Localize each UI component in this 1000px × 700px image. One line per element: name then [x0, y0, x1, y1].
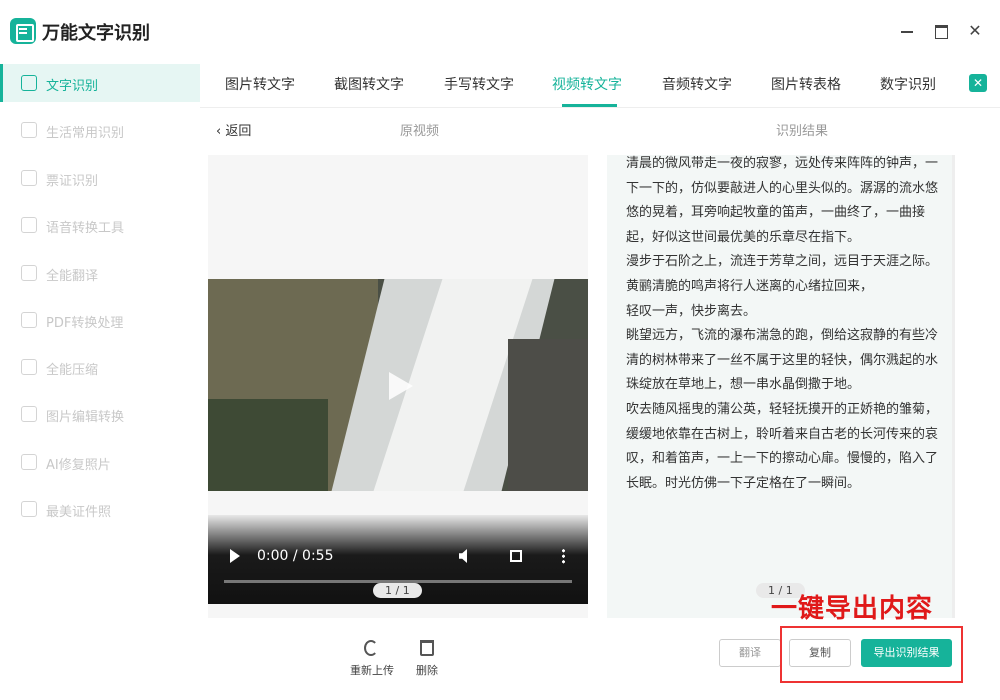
original-video-title: 原视频	[400, 124, 440, 139]
tab-audio-to-text[interactable]: 音频转文字	[662, 74, 732, 94]
active-tab-indicator	[562, 104, 617, 107]
close-icon[interactable]: ✕	[964, 20, 986, 42]
ai-repair-icon	[21, 454, 37, 470]
id-photo-icon	[21, 501, 37, 517]
result-paragraph: 漫步于石阶之上，流连于芳草之间，远目于天涯之际。	[626, 254, 939, 270]
reupload-button[interactable]: 重新上传	[350, 662, 394, 678]
app-logo-icon	[10, 18, 36, 44]
sidebar-item-ai-repair[interactable]: AI修复照片	[0, 443, 200, 481]
sidebar-item-label: AI修复照片	[46, 458, 111, 473]
tab-number-recognition[interactable]: 数字识别	[880, 74, 936, 94]
sidebar-item-label: 图片编辑转换	[46, 410, 125, 425]
tabs-more-icon[interactable]: ✕	[969, 74, 987, 92]
maximize-icon[interactable]	[930, 20, 952, 42]
ticket-scan-icon	[21, 170, 37, 186]
voice-convert-icon	[21, 217, 37, 233]
life-scan-icon	[21, 122, 37, 138]
sidebar-item-label: 生活常用识别	[46, 126, 125, 141]
sidebar-item-label: PDF转换处理	[46, 316, 124, 331]
delete-button[interactable]: 删除	[416, 662, 438, 678]
text-scan-icon	[21, 75, 37, 91]
back-button[interactable]: ‹ 返回	[216, 120, 251, 139]
annotation-callout: 一键导出内容	[771, 594, 934, 624]
result-paragraph: 轻叹一声，快步离去。	[626, 303, 757, 319]
video-scene-rock	[508, 339, 588, 491]
title-bar: 万能文字识别 ✕	[0, 0, 1000, 64]
tab-screenshot-to-text[interactable]: 截图转文字	[334, 74, 404, 94]
sidebar-item-life-recognition[interactable]: 生活常用识别	[0, 111, 200, 149]
sidebar-item-label: 语音转换工具	[46, 221, 125, 236]
sidebar-item-label: 文字识别	[46, 79, 99, 94]
tab-video-to-text[interactable]: 视频转文字	[552, 74, 622, 94]
app-window: 万能文字识别 ✕ 文字识别 生活常用识别 票证识别 语音转换工具 全能翻译 PD…	[0, 0, 1000, 700]
sidebar-item-label: 全能翻译	[46, 269, 99, 284]
tab-image-to-text[interactable]: 图片转文字	[225, 74, 295, 94]
video-time: 0:00 / 0:55	[257, 548, 334, 564]
sidebar-item-translate[interactable]: 全能翻译	[0, 254, 200, 292]
reupload-icon[interactable]	[364, 640, 378, 656]
app-title: 万能文字识别	[42, 23, 150, 44]
sidebar-item-label: 全能压缩	[46, 363, 99, 378]
sidebar-item-image-edit[interactable]: 图片编辑转换	[0, 395, 200, 433]
minimize-icon[interactable]	[896, 20, 918, 42]
sidebar-item-label: 票证识别	[46, 174, 99, 189]
sidebar-item-voice-tools[interactable]: 语音转换工具	[0, 206, 200, 244]
result-paragraph: 吹去随风摇曳的蒲公英，轻轻抚摸开的正娇艳的雏菊，缓缓地依靠在古树上，聆听着来自古…	[626, 401, 939, 491]
result-text[interactable]: 清晨的微风带走一夜的寂寥，远处传来阵阵的钟声，一下一下的，仿似要敲进人的心里头似…	[626, 152, 946, 496]
tab-bar: 图片转文字 截图转文字 手写转文字 视频转文字 音频转文字 图片转表格 数字识别	[200, 64, 1000, 108]
play-icon[interactable]	[230, 549, 240, 563]
result-scrollbar[interactable]	[952, 155, 955, 618]
sidebar: 文字识别 生活常用识别 票证识别 语音转换工具 全能翻译 PDF转换处理 全能压…	[0, 64, 200, 700]
video-scene-moss	[208, 399, 328, 491]
sidebar-item-label: 最美证件照	[46, 505, 112, 520]
pdf-icon	[21, 312, 37, 328]
video-play-overlay-icon[interactable]	[389, 372, 413, 400]
tab-image-to-table[interactable]: 图片转表格	[771, 74, 841, 94]
sidebar-item-pdf[interactable]: PDF转换处理	[0, 301, 200, 339]
translate-icon	[21, 265, 37, 281]
result-title: 识别结果	[776, 124, 829, 139]
delete-icon[interactable]	[420, 640, 434, 656]
translate-button[interactable]: 翻译	[719, 639, 781, 667]
sidebar-item-text-recognition[interactable]: 文字识别	[0, 64, 200, 102]
annotation-highlight-box	[780, 626, 963, 683]
result-paragraph: 黄鹂清脆的鸣声将行人迷离的心绪拉回来，	[626, 278, 874, 294]
fullscreen-icon[interactable]	[510, 550, 522, 562]
result-paragraph: 眺望远方，飞流的瀑布湍急的跑，倒给这寂静的有些冷清的树林带来了一丝不属于这里的轻…	[626, 328, 939, 393]
tab-handwriting-to-text[interactable]: 手写转文字	[444, 74, 514, 94]
sidebar-item-compress[interactable]: 全能压缩	[0, 348, 200, 386]
image-edit-icon	[21, 406, 37, 422]
compress-icon	[21, 359, 37, 375]
result-paragraph: 清晨的微风带走一夜的寂寥，远处传来阵阵的钟声，一下一下的，仿似要敲进人的心里头似…	[626, 156, 939, 245]
more-options-icon[interactable]	[562, 548, 565, 564]
video-page-indicator: 1 / 1	[373, 583, 422, 598]
sidebar-item-id-photo[interactable]: 最美证件照	[0, 490, 200, 528]
sidebar-item-ticket-recognition[interactable]: 票证识别	[0, 159, 200, 197]
